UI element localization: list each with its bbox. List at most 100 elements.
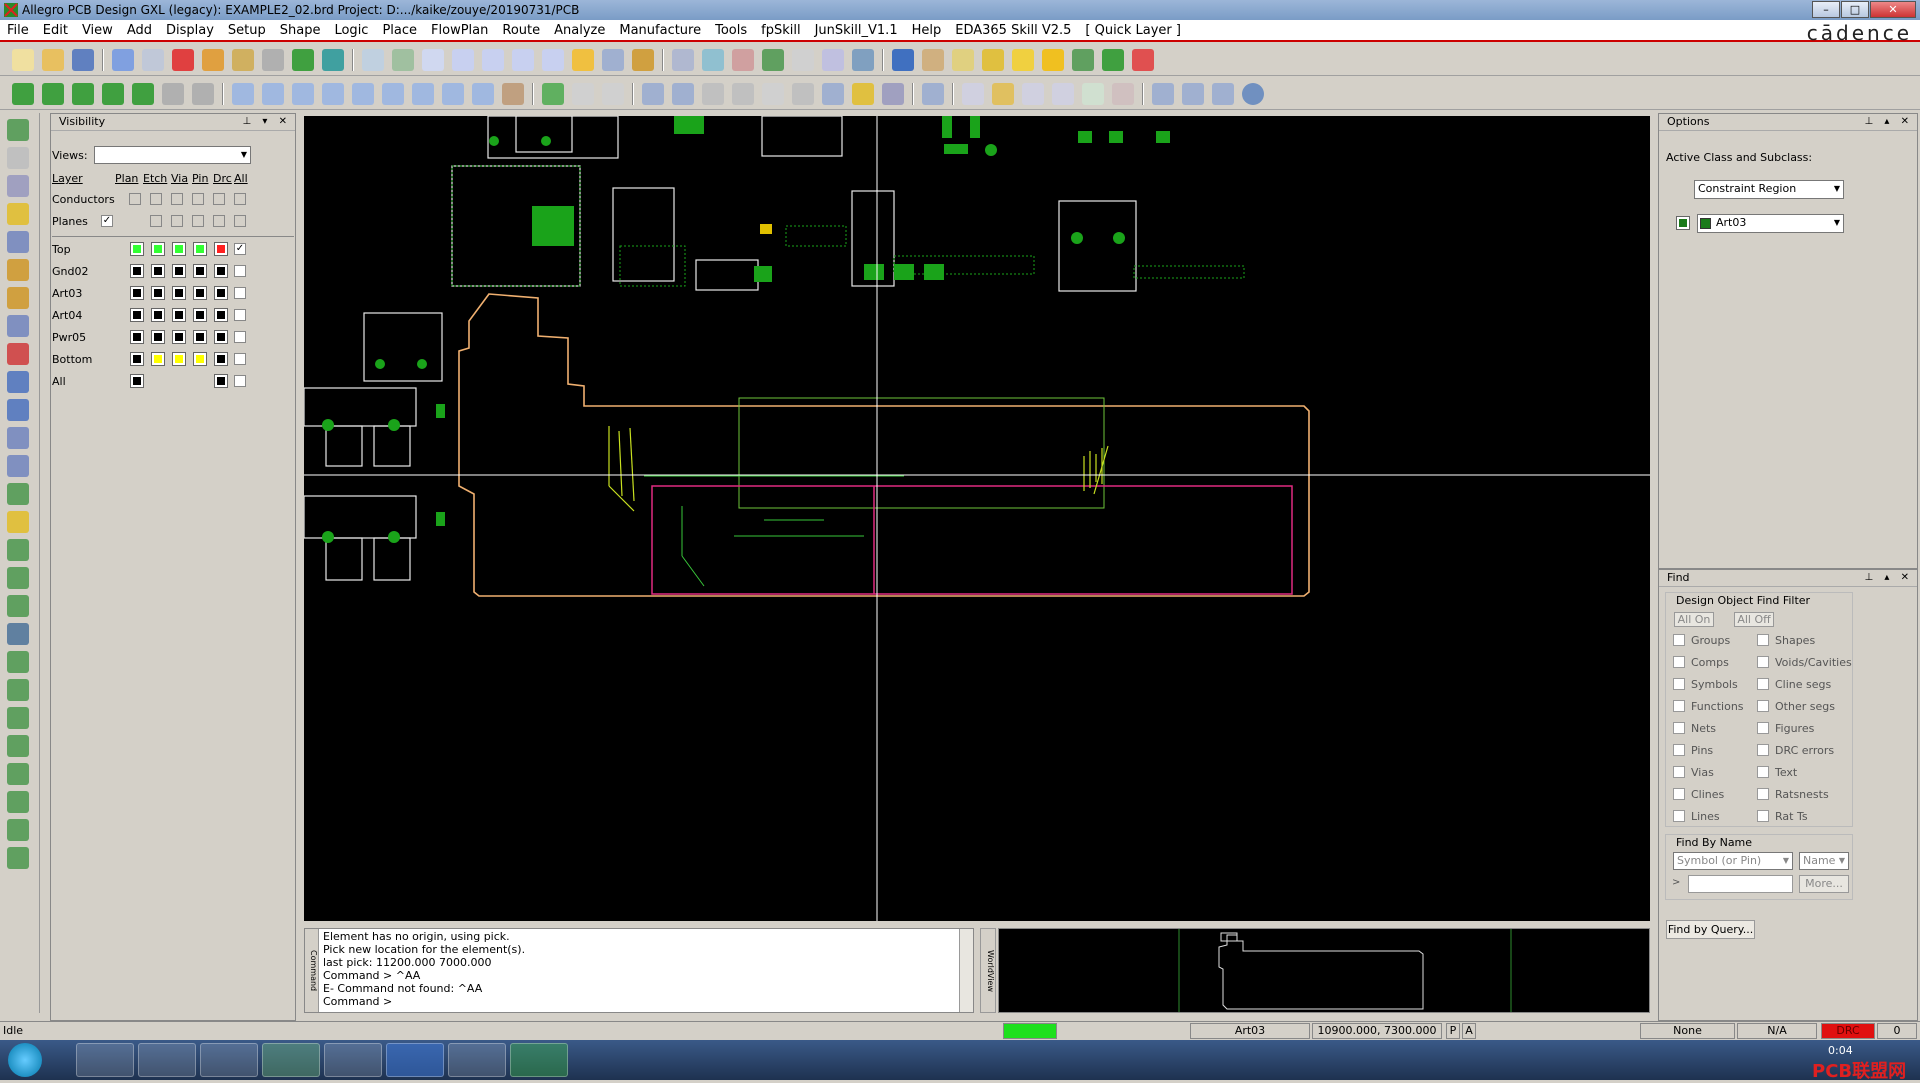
color-swatch[interactable] [151,308,165,322]
color-swatch[interactable] [193,264,207,278]
cascade-icon[interactable] [1212,82,1234,105]
color-swatch[interactable] [193,242,207,256]
grid-icon[interactable] [362,48,384,71]
find-by-query-button[interactable]: Find by Query... [1666,920,1755,939]
shape-params-icon[interactable] [502,82,524,105]
checkbox[interactable]: ✓ [234,243,246,255]
copy-icon[interactable] [142,48,164,71]
etch-disabled-icon[interactable] [162,82,184,105]
checkbox[interactable] [171,193,183,205]
void-circle-icon[interactable] [382,82,404,105]
status-p-toggle[interactable]: P [1446,1023,1460,1039]
route-diag3-icon[interactable] [7,595,29,617]
light-icon[interactable] [1042,48,1064,71]
matrix-icon[interactable] [882,82,904,105]
etch-layer4-icon[interactable] [102,82,124,105]
menu-place[interactable]: Place [375,23,424,38]
menu-setup[interactable]: Setup [221,23,273,38]
bars-icon[interactable] [1072,48,1094,71]
dimension-linear-icon[interactable] [572,82,594,105]
color-swatch[interactable] [214,374,228,388]
menu-file[interactable]: File [0,23,36,38]
edit-text-icon[interactable] [7,511,29,533]
etch-layer3-icon[interactable] [72,82,94,105]
route-auto-icon[interactable] [7,847,29,869]
checkbox[interactable] [234,265,246,277]
menu-fpskill[interactable]: fpSkill [754,23,807,38]
maximize-button[interactable]: □ [1841,1,1869,18]
find-item-text[interactable]: Text [1757,766,1797,779]
route-diag2-icon[interactable] [7,567,29,589]
shadow-icon[interactable] [1012,48,1034,71]
checkbox[interactable] [129,193,141,205]
minimize-button[interactable]: – [1812,1,1840,18]
find-item-clines[interactable]: Clines [1673,788,1724,801]
check-icon[interactable] [1082,82,1104,105]
place-manual-icon[interactable] [7,119,29,141]
add-connect-icon[interactable] [7,203,29,225]
find-item-cline-segs[interactable]: Cline segs [1757,678,1831,691]
menu-view[interactable]: View [75,23,120,38]
menu-junskill[interactable]: JunSkill_V1.1 [808,23,905,38]
checkbox[interactable] [234,215,246,227]
color-swatch[interactable] [214,242,228,256]
notes-icon[interactable] [992,82,1014,105]
checkbox[interactable] [171,215,183,227]
color-swatch[interactable] [214,352,228,366]
flip-icon[interactable] [632,48,654,71]
color-swatch[interactable] [193,352,207,366]
checkbox[interactable] [234,309,246,321]
find-item-voids[interactable]: Voids/Cavities [1757,656,1852,669]
color-icon[interactable] [702,48,724,71]
panel-controls-icon[interactable]: ⊥ ▴ ✕ [1865,114,1913,130]
color-swatch[interactable] [214,286,228,300]
nc-drill-icon[interactable] [822,82,844,105]
find-name-input[interactable] [1688,875,1793,893]
document-icon[interactable] [962,82,984,105]
route-group-icon[interactable] [7,707,29,729]
color-swatch[interactable] [151,352,165,366]
taskbar-app-icon[interactable] [448,1043,506,1077]
signal-icon[interactable] [922,82,944,105]
new-file-icon[interactable] [12,48,34,71]
fanout-icon[interactable] [7,371,29,393]
find-type-dropdown[interactable]: Symbol (or Pin) [1673,852,1793,870]
no-drc-icon[interactable] [1112,82,1134,105]
menu-eda365-skill[interactable]: EDA365 Skill V2.5 [948,23,1078,38]
zoom-in-icon[interactable] [452,48,474,71]
etch-layer5-icon[interactable] [132,82,154,105]
taskbar-app-icon[interactable] [386,1043,444,1077]
status-drc-indicator[interactable]: DRC [1821,1023,1875,1039]
move-icon[interactable] [112,48,134,71]
layers-icon[interactable] [732,48,754,71]
color-swatch[interactable] [151,264,165,278]
select-shape-icon[interactable] [322,82,344,105]
close-button[interactable]: ✕ [1870,1,1916,18]
taskbar-app-icon[interactable] [76,1043,134,1077]
find-item-rat-ts[interactable]: Rat Ts [1757,810,1808,823]
delete-icon[interactable] [172,48,194,71]
worldview-tab[interactable]: WorldView [980,928,996,1013]
checkbox[interactable] [150,215,162,227]
color-swatch[interactable] [214,330,228,344]
color-swatch[interactable] [151,242,165,256]
route-fanout-icon[interactable] [7,651,29,673]
drill-legend-icon[interactable] [762,82,784,105]
testprep-icon[interactable] [852,82,874,105]
checkbox[interactable] [192,193,204,205]
route-flow-icon[interactable] [7,791,29,813]
find-item-figures[interactable]: Figures [1757,722,1814,735]
taskbar-ie-icon[interactable] [200,1043,258,1077]
help-icon[interactable] [1242,82,1264,105]
checkbox[interactable] [192,215,204,227]
zoom-fit-icon[interactable] [422,48,444,71]
color-swatch[interactable] [130,352,144,366]
route-slide-icon[interactable] [7,679,29,701]
etch-layer2-icon[interactable] [42,82,64,105]
menu-display[interactable]: Display [159,23,221,38]
menu-quick-layer[interactable]: [ Quick Layer ] [1078,23,1188,38]
checkbox[interactable] [213,193,225,205]
stackup-icon[interactable] [762,48,784,71]
windows-icon[interactable] [1152,82,1174,105]
color-swatch[interactable] [172,330,186,344]
